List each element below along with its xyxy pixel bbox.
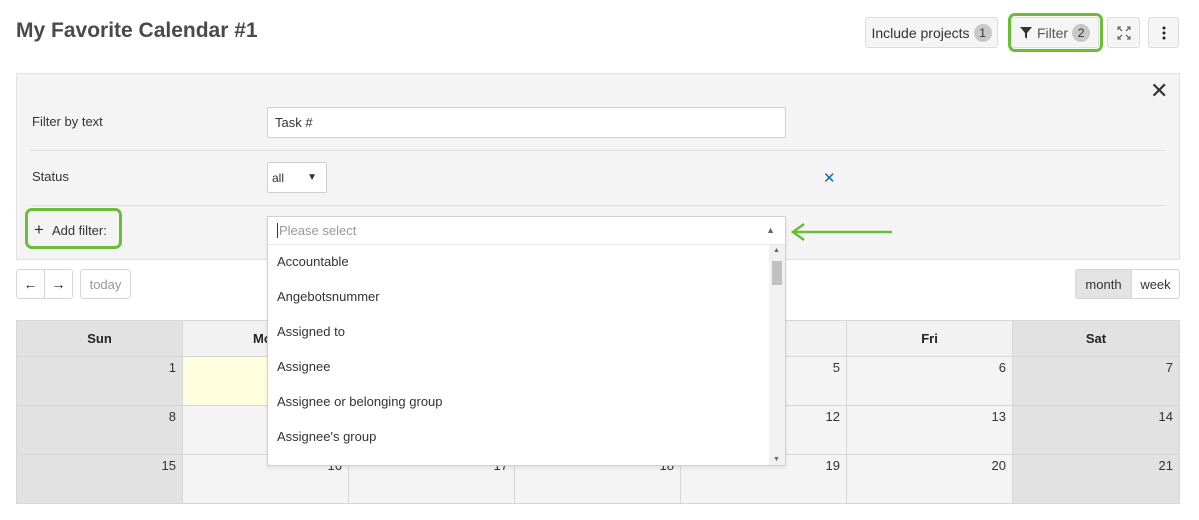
today-label: today	[89, 276, 122, 292]
calendar-day-cell[interactable]: 7	[1012, 356, 1180, 406]
status-label: Status	[32, 169, 69, 184]
arrow-left-icon: ←	[23, 276, 38, 292]
dropdown-options: Accountable Angebotsnummer Assigned to A…	[268, 245, 770, 465]
calendar-day-cell[interactable]: 1	[16, 356, 183, 406]
filter-text-label: Filter by text	[32, 114, 103, 129]
filter-text-input[interactable]: Task #	[267, 107, 786, 138]
day-header: Sat	[1012, 320, 1180, 357]
dropdown-option[interactable]: Assignee or belonging group	[268, 385, 770, 420]
dropdown-scrollbar[interactable]: ▲ ▼	[769, 245, 785, 465]
month-label: month	[1085, 276, 1122, 292]
calendar-day-cell[interactable]: 14	[1012, 405, 1180, 455]
next-button[interactable]: →	[44, 269, 73, 299]
calendar-day-cell[interactable]: 6	[846, 356, 1013, 406]
text-cursor	[277, 223, 278, 238]
remove-filter-icon[interactable]: ✕	[823, 169, 836, 187]
filter-icon	[1019, 26, 1032, 39]
close-icon[interactable]: ✕	[1150, 80, 1168, 102]
caret-down-icon: ▼	[307, 172, 317, 183]
calendar-day-cell[interactable]: 8	[16, 405, 183, 455]
expand-icon	[1117, 26, 1130, 39]
divider	[30, 205, 1165, 206]
calendar-day-cell[interactable]: 13	[846, 405, 1013, 455]
caret-up-icon: ▲	[766, 225, 775, 235]
fullscreen-button[interactable]	[1107, 17, 1140, 48]
add-filter-select-input[interactable]: Please select ▲	[268, 217, 785, 245]
filter-button[interactable]: Filter 2	[1011, 17, 1099, 48]
dropdown-option[interactable]: Assigned to	[268, 315, 770, 350]
calendar-day-cell[interactable]: 20	[846, 454, 1013, 504]
kebab-icon	[1162, 26, 1165, 39]
divider	[30, 150, 1165, 151]
scroll-down-icon[interactable]: ▼	[773, 456, 780, 463]
week-label: week	[1140, 276, 1171, 292]
dropdown-option[interactable]: Assignee's group	[268, 420, 770, 455]
scrollbar-thumb[interactable]	[772, 261, 782, 285]
add-filter: + Add filter:	[34, 220, 107, 240]
filter-text-value: Task #	[275, 115, 313, 130]
dropdown-option[interactable]: Angebotsnummer	[268, 280, 770, 315]
dropdown-option[interactable]: Accountable	[268, 245, 770, 280]
dropdown-option[interactable]: Assignee	[268, 350, 770, 385]
month-view-button[interactable]: month	[1075, 269, 1132, 299]
add-filter-dropdown: Please select ▲ Accountable Angebotsnumm…	[267, 216, 786, 466]
annotation-arrow-icon	[790, 222, 892, 242]
filter-badge: 2	[1072, 23, 1091, 42]
week-view-button[interactable]: week	[1131, 269, 1180, 299]
status-value: all	[272, 170, 285, 185]
more-button[interactable]	[1148, 17, 1179, 48]
select-placeholder: Please select	[279, 223, 357, 238]
filter-label: Filter	[1036, 24, 1069, 41]
add-filter-label: Add filter:	[51, 222, 107, 238]
arrow-right-icon: →	[51, 276, 66, 292]
plus-icon: +	[34, 220, 44, 239]
today-button[interactable]: today	[80, 269, 131, 299]
day-header: Sun	[16, 320, 183, 357]
page-title: My Favorite Calendar #1	[16, 19, 258, 42]
prev-button[interactable]: ←	[16, 269, 45, 299]
calendar-day-cell[interactable]: 15	[16, 454, 183, 504]
include-projects-badge: 1	[973, 23, 992, 42]
scroll-up-icon[interactable]: ▲	[773, 247, 780, 254]
include-projects-button[interactable]: Include projects 1	[865, 17, 998, 48]
include-projects-label: Include projects	[871, 24, 970, 41]
calendar-day-cell[interactable]: 21	[1012, 454, 1180, 504]
day-header: Fri	[846, 320, 1013, 357]
status-select[interactable]: all ▼	[267, 162, 327, 193]
